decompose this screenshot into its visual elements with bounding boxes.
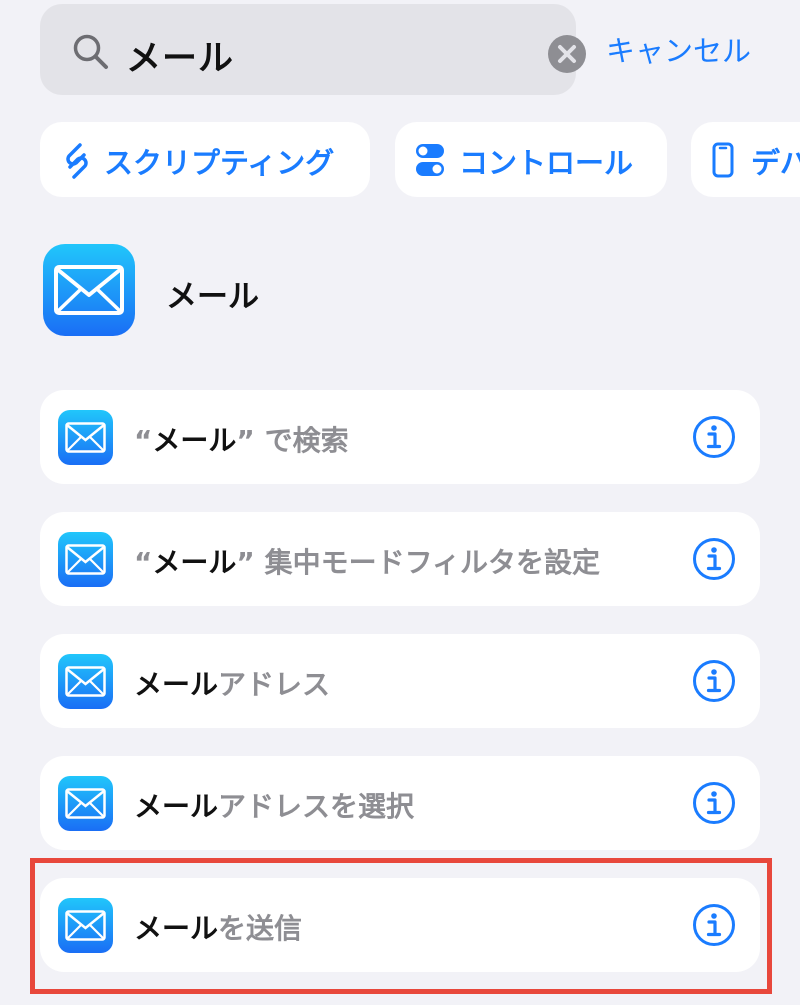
action-row-search-mail[interactable]: “メール” で検索 [40,390,760,484]
highlight-box [30,858,772,994]
info-icon[interactable] [692,537,736,585]
mail-icon [58,532,113,587]
device-icon [711,142,735,182]
toggle-icon [415,142,445,182]
info-icon[interactable] [692,781,736,829]
category-chip-label: デバ [751,146,800,180]
action-label: メールアドレスを選択 [134,790,415,823]
action-row-select-email-address[interactable]: メールアドレスを選択 [40,756,760,850]
action-row-focus-filter[interactable]: “メール” 集中モードフィルタを設定 [40,512,760,606]
scripting-icon [60,142,94,184]
clear-search-icon[interactable] [547,34,587,78]
action-label: “メール” 集中モードフィルタを設定 [134,546,601,579]
category-chip-label: スクリプティング [104,146,335,180]
action-label: “メール” で検索 [134,424,349,457]
action-row-email-address[interactable]: メールアドレス [40,634,760,728]
mail-icon [58,410,113,465]
info-icon[interactable] [692,659,736,707]
app-header-title: メール [166,279,259,315]
info-icon[interactable] [692,415,736,463]
search-input[interactable]: メール [126,30,234,81]
category-chip-controls[interactable]: コントロール [395,122,667,197]
category-chip-device[interactable]: デバ [691,122,800,197]
action-label: メールアドレス [134,668,331,701]
search-field[interactable]: メール [40,4,586,95]
mail-app-icon[interactable] [43,244,135,336]
mail-icon [58,654,113,709]
category-chip-scripting[interactable]: スクリプティング [40,122,370,197]
category-chip-label: コントロール [459,146,634,180]
search-icon [72,33,110,75]
mail-icon [58,776,113,831]
cancel-button[interactable]: キャンセル [606,28,751,70]
